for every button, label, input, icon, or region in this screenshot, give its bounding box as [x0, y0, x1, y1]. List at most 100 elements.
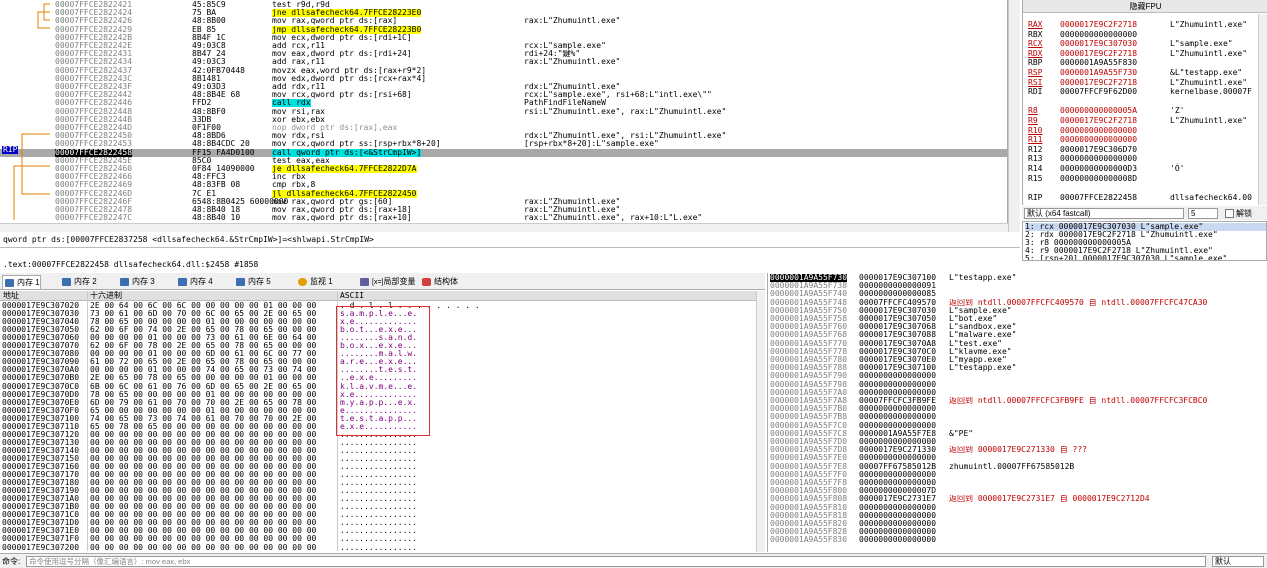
argument-row[interactable]: 4: r9 0000017E9C2F2718 L"Zhumuintl.exe"	[1025, 247, 1266, 255]
register-value[interactable]: 0000001A9A55F830	[1060, 58, 1137, 67]
stack-row[interactable]: 0000001A9A55F808 0000017E9C2731E7 返回到 0000…	[768, 495, 1267, 503]
stack-row[interactable]: 0000001A9A55F810 0000000000000000	[768, 504, 1267, 512]
stack-row[interactable]: 0000001A9A55F778 0000017E9C3070C0 L"klavme…	[768, 348, 1267, 356]
disassembly-view[interactable]: 00007FFCE2822421 45:85C9 test r9d,r9d 00007…	[0, 0, 1008, 223]
stack-row[interactable]: 0000001A9A55F7A0 0000000000000000	[768, 389, 1267, 397]
arguments-list[interactable]: 1: rcx 0000017E9C307030 L"sample.exe" 2: …	[1022, 221, 1267, 261]
unlock-checkbox[interactable]	[1225, 209, 1234, 218]
stack-row[interactable]: 0000001A9A55F780 0000017E9C3070E0 L"myapp.…	[768, 356, 1267, 364]
stack-row[interactable]: 0000001A9A55F768 0000017E9C307088 L"malwar…	[768, 331, 1267, 339]
stack-row[interactable]: 0000001A9A55F800 000000000000007D	[768, 487, 1267, 495]
dump-row[interactable]: 0000017E9C3071A0 00 00 00 00 00 00 00 00 …	[0, 495, 765, 503]
register-value[interactable]: 0000017E9C2F2718	[1060, 78, 1137, 87]
argument-row[interactable]: 5: [rsp+20] 0000017E9C307030 L"sample.ex…	[1025, 255, 1266, 260]
stack-row[interactable]: 0000001A9A55F7F8 0000000000000000	[768, 479, 1267, 487]
dump-row[interactable]: 0000017E9C3071B0 00 00 00 00 00 00 00 00 …	[0, 503, 765, 511]
stack-row[interactable]: 0000001A9A55F7A8 00007FFCFC3FB9FE 返回到 ntdl…	[768, 397, 1267, 405]
stack-row[interactable]: 0000001A9A55F7F0 0000000000000000	[768, 471, 1267, 479]
disasm-row[interactable]: 00007FFCE282242E 49:03C8 add rcx,r11 rcx:L"…	[0, 42, 1007, 50]
disasm-row[interactable]: 00007FFCE2822421 45:85C9 test r9d,r9d	[0, 1, 1007, 9]
register-value[interactable]: 0000017E9C307030	[1060, 39, 1137, 48]
command-input[interactable]: 命令使用逗号分隔（像汇编语言）: mov eax, ebx	[26, 556, 1206, 567]
tab-memory-4[interactable]: 内存 4	[176, 275, 213, 289]
stack-row[interactable]: 0000001A9A55F748 00007FFCFC409570 返回到 ntdl…	[768, 299, 1267, 307]
disasm-row[interactable]: 00007FFCE2822450 48:8BD6 mov rdx,rsi rdx:L"…	[0, 132, 1007, 140]
dump-row[interactable]: 0000017E9C307190 00 00 00 00 00 00 00 00 …	[0, 487, 765, 495]
register-value[interactable]: 000000000000005A	[1060, 106, 1137, 115]
dump-scrollbar[interactable]	[756, 291, 765, 552]
register-value[interactable]: 0000000000000000	[1060, 154, 1137, 163]
dump-row[interactable]: 0000017E9C307160 00 00 00 00 00 00 00 00 …	[0, 463, 765, 471]
stack-row[interactable]: 0000001A9A55F7E8 00007FF67585012B zhumuint…	[768, 463, 1267, 471]
argument-row[interactable]: 2: rdx 0000017E9C2F2718 L"Zhumuintl.exe"	[1025, 231, 1266, 239]
disasm-row[interactable]: 00007FFCE282246F 6548:8B0425 60000000 mov …	[0, 198, 1007, 206]
disasm-row[interactable]: 00007FFCE2822448 48:8BF0 mov rsi,rax rsi:L"…	[0, 108, 1007, 116]
argument-row[interactable]: 1: rcx 0000017E9C307030 L"sample.exe"	[1025, 223, 1266, 231]
stack-row[interactable]: 0000001A9A55F7C0 0000000000000000	[768, 422, 1267, 430]
disasm-row[interactable]: 00007FFCE2822469 48:83FB 08 cmp rbx,8	[0, 181, 1007, 189]
stack-row[interactable]: 0000001A9A55F730 0000017E9C307100 L"testap…	[768, 274, 1267, 282]
register-value[interactable]: 0000000000000000	[1060, 126, 1137, 135]
stack-view[interactable]: 0000001A9A55F730 0000017E9C307100 L"testap…	[767, 273, 1267, 552]
tab-struct-8[interactable]: 结构体	[420, 275, 458, 289]
disasm-row[interactable]: 00007FFCE2822466 48:FFC3 inc rbx	[0, 173, 1007, 181]
registers-scrollbar[interactable]	[1258, 14, 1267, 205]
stack-row[interactable]: 0000001A9A55F830 0000000000000000	[768, 536, 1267, 544]
dump-row[interactable]: 0000017E9C307150 00 00 00 00 00 00 00 00 …	[0, 455, 765, 463]
dump-row[interactable]: 0000017E9C307140 00 00 00 00 00 00 00 00 …	[0, 447, 765, 455]
stack-row[interactable]: 0000001A9A55F750 0000017E9C307030 L"sample…	[768, 307, 1267, 315]
register-value[interactable]: 0000000000000000	[1060, 30, 1137, 39]
stack-row[interactable]: 0000001A9A55F760 0000017E9C307068 L"sandbo…	[768, 323, 1267, 331]
dump-row[interactable]: 0000017E9C3071E0 00 00 00 00 00 00 00 00 …	[0, 527, 765, 535]
disasm-row[interactable]: 00007FFCE282244D 0F1F00 nop dword ptr ds:[…	[0, 124, 1007, 132]
stack-row[interactable]: 0000001A9A55F7B0 0000000000000000	[768, 405, 1267, 413]
disasm-row[interactable]: 00007FFCE282244B 33DB xor ebx,ebx	[0, 116, 1007, 124]
register-value[interactable]: 00000000000000D3	[1060, 164, 1137, 173]
stack-row[interactable]: 0000001A9A55F7C8 0000001A9A55F7E8 &"PE"	[768, 430, 1267, 438]
argument-row[interactable]: 3: r8 000000000000005A	[1025, 239, 1266, 247]
register-value[interactable]: 0000017E9C2F2718	[1060, 116, 1137, 125]
disasm-row[interactable]: 00007FFCE2822478 48:8B40 18 mov rax,qword …	[0, 206, 1007, 214]
register-value[interactable]: 0000017E9C2F2718	[1060, 20, 1137, 29]
disasm-row[interactable]: 00007FFCE2822426 48:8B00 mov rax,qword ptr…	[0, 17, 1007, 25]
stack-row[interactable]: 0000001A9A55F738 0000000000000091	[768, 282, 1267, 290]
stack-row[interactable]: 0000001A9A55F818 0000000000000000	[768, 512, 1267, 520]
tab-watch-6[interactable]: 监视 1	[296, 275, 333, 289]
stack-row[interactable]: 0000001A9A55F740 0000000000000085	[768, 290, 1267, 298]
arg-count-spinner[interactable]: 5	[1188, 208, 1218, 219]
stack-row[interactable]: 0000001A9A55F820 0000000000000000	[768, 520, 1267, 528]
disasm-row[interactable]: 00007FFCE282243C 8B1481 mov edx,dword ptr …	[0, 75, 1007, 83]
hide-fpu-button[interactable]: 隐藏FPU	[1023, 0, 1267, 13]
calling-convention-select[interactable]: 默认 (x64 fastcall)	[1024, 208, 1184, 219]
register-value[interactable]: 0000017E9C306D70	[1060, 145, 1137, 154]
stack-row[interactable]: 0000001A9A55F7E0 0000000000000000	[768, 454, 1267, 462]
disasm-row[interactable]: 00007FFCE2822429 EB 85 jmp dllsafecheck64.…	[0, 25, 1007, 34]
dump-row[interactable]: 0000017E9C307200 00 00 00 00 00 00 00 00 …	[0, 544, 765, 552]
tab-memory-2[interactable]: 内存 2	[60, 275, 97, 289]
disasm-row[interactable]: 00007FFCE2822442 48:8B4E 68 mov rcx,qword …	[0, 91, 1007, 99]
stack-row[interactable]: 0000001A9A55F7D8 0000017E9C271330 返回到 0000…	[768, 446, 1267, 454]
disasm-row[interactable]: 00007FFCE2822453 48:8B4CDC 20 mov rcx,qwor…	[0, 140, 1007, 148]
dump-row[interactable]: 0000017E9C307130 00 00 00 00 00 00 00 00 …	[0, 439, 765, 447]
dump-row[interactable]: 0000017E9C3071C0 00 00 00 00 00 00 00 00 …	[0, 511, 765, 519]
disasm-row[interactable]: 00007FFCE2822460 0F84 14090000 je dllsafec…	[0, 165, 1007, 173]
disasm-row[interactable]: 00007FFCE282243F 49:03D3 add rdx,r11 rdx:L"…	[0, 83, 1007, 91]
disasm-row[interactable]: 00007FFCE2822446 FFD2 call rdx PathFindFile…	[0, 99, 1007, 108]
dump-row[interactable]: 0000017E9C3071D0 00 00 00 00 00 00 00 00 …	[0, 519, 765, 527]
stack-row[interactable]: 0000001A9A55F798 0000000000000000	[768, 381, 1267, 389]
disasm-row[interactable]: 00007FFCE2822424 75 BA jne dllsafecheck64.…	[0, 9, 1007, 18]
tab-memory-5[interactable]: 内存 5	[234, 275, 271, 289]
command-mode-select[interactable]: 默认	[1212, 556, 1264, 567]
disasm-row[interactable]: 00007FFCE2822458 FF15 FA4D0100 call qword …	[0, 148, 1007, 157]
stack-row[interactable]: 0000001A9A55F770 0000017E9C3070A8 L"test.e…	[768, 340, 1267, 348]
register-value[interactable]: 0000017E9C2F2718	[1060, 49, 1137, 58]
register-value[interactable]: 0000001A9A55F730	[1060, 68, 1137, 77]
disasm-row[interactable]: 00007FFCE282245E 85C0 test eax,eax	[0, 157, 1007, 165]
register-value[interactable]: 00007FFCF9F62D00	[1060, 87, 1137, 96]
dump-row[interactable]: 0000017E9C307180 00 00 00 00 00 00 00 00 …	[0, 479, 765, 487]
disasm-row[interactable]: 00007FFCE2822431 8B47 24 mov eax,dword ptr…	[0, 50, 1007, 58]
stack-row[interactable]: 0000001A9A55F7D0 0000000000000000	[768, 438, 1267, 446]
register-value[interactable]: 0000000000000000	[1060, 135, 1137, 144]
stack-row[interactable]: 0000001A9A55F758 0000017E9C307050 L"bot.ex…	[768, 315, 1267, 323]
disasm-hscrollbar[interactable]	[0, 223, 1008, 232]
